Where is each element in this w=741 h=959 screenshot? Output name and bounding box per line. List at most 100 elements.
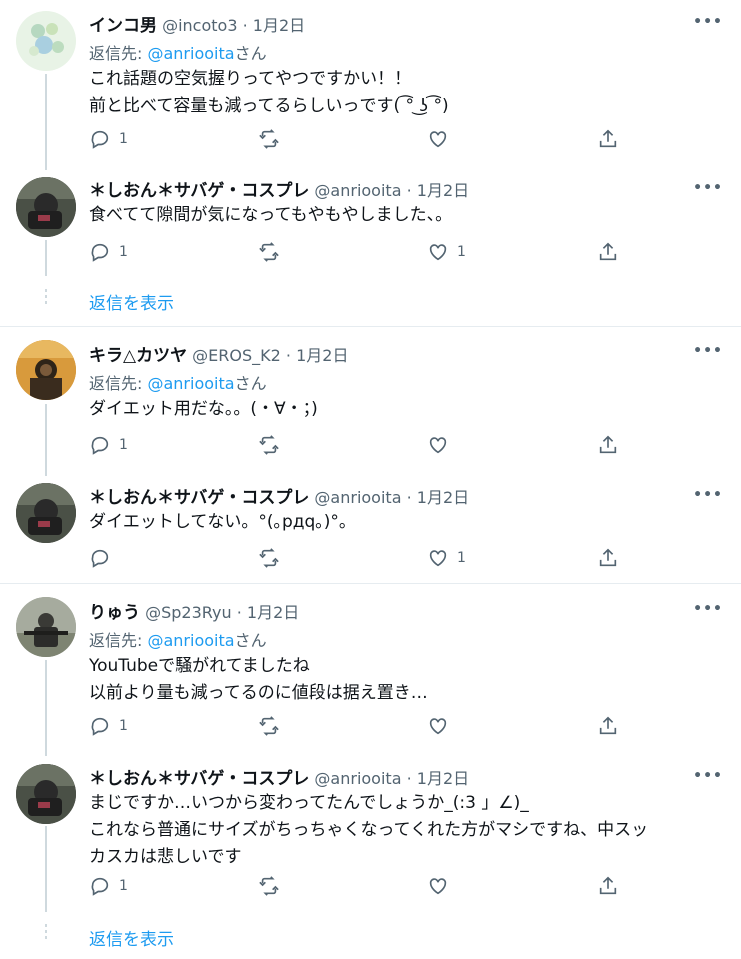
retweet-button[interactable] [258,715,288,737]
reply-button[interactable]: 1 [89,875,128,897]
display-name[interactable]: キラ△カツヤ [89,346,187,366]
reply-icon [91,130,109,149]
reply-button[interactable] [89,547,119,569]
separator-dot: · [285,346,292,365]
timestamp[interactable]: 1月2日 [417,769,469,788]
retweet-icon [259,876,279,896]
display-name[interactable]: ＊しおん＊サバゲ・コスプレ [89,488,309,508]
display-name[interactable]: ＊しおん＊サバゲ・コスプレ [89,181,309,201]
timestamp[interactable]: 1月2日 [247,603,299,622]
avatar-image [16,177,76,237]
share-button[interactable] [597,434,619,456]
tweet-text: ダイエット用だな。。(・∀・；) [89,396,318,423]
reply-button[interactable]: 1 [89,128,128,150]
show-replies-link[interactable]: 返信を表示 [89,925,174,950]
retweet-button[interactable] [258,547,288,569]
timestamp[interactable]: 1月2日 [296,346,348,365]
tweet-line: 以前より量も減ってるのに値段は据え置き… [89,683,428,703]
avatar[interactable] [16,340,76,400]
reply-mention[interactable]: @anriooita [147,44,234,63]
retweet-icon [259,548,279,568]
share-button[interactable] [597,128,619,150]
retweet-icon [259,242,279,262]
like-button[interactable] [427,434,457,456]
reply-context: 返信先: @anriooitaさん [89,627,267,651]
thread-dots [43,924,49,942]
display-name[interactable]: りゅう [89,603,140,623]
reply-icon [91,436,109,455]
tweet-line: ダイエットしてない。°(｡pдq｡)°。 [89,512,356,532]
share-button[interactable] [597,715,619,737]
avatar-image [16,340,76,400]
retweet-button[interactable] [258,434,288,456]
share-button[interactable] [597,875,619,897]
display-name[interactable]: ＊しおん＊サバゲ・コスプレ [89,769,309,789]
reply-context: 返信先: @anriooitaさん [89,370,267,394]
avatar[interactable] [16,597,76,657]
tweet-text: ダイエットしてない。°(｡pдq｡)°。 [89,509,356,536]
share-icon [599,876,617,895]
reply-count: 1 [119,878,128,894]
retweet-button[interactable] [258,128,288,150]
handle[interactable]: @anriooita [314,769,401,788]
tweet-text: YouTubeで騒がれてましたね 以前より量も減ってるのに値段は据え置き… [89,653,428,707]
thread-dots [43,289,49,307]
handle[interactable]: @Sp23Ryu [145,603,232,622]
more-icon[interactable]: ••• [693,601,723,617]
tweet-line: YouTubeで騒がれてましたね [89,656,310,676]
reply-icon [91,717,109,736]
share-button[interactable] [597,241,619,263]
timestamp[interactable]: 1月2日 [253,16,305,35]
share-icon [599,548,617,567]
like-count: 1 [457,550,466,566]
more-icon[interactable]: ••• [693,343,723,359]
reply-context: 返信先: @anriooitaさん [89,40,267,64]
handle[interactable]: @anriooita [314,181,401,200]
retweet-button[interactable] [258,875,288,897]
avatar[interactable] [16,483,76,543]
reply-mention[interactable]: @anriooita [147,374,234,393]
reply-mention[interactable]: @anriooita [147,631,234,650]
more-icon[interactable]: ••• [693,768,723,784]
handle[interactable]: @anriooita [314,488,401,507]
like-button[interactable] [427,128,457,150]
tweet-line: ダイエット用だな。。(・∀・；) [89,399,318,419]
like-button[interactable] [427,715,457,737]
like-button[interactable] [427,875,457,897]
display-name[interactable]: インコ男 [89,16,157,36]
reply-button[interactable]: 1 [89,241,128,263]
timestamp[interactable]: 1月2日 [417,488,469,507]
reply-button[interactable]: 1 [89,434,128,456]
like-icon [429,550,447,567]
reply-button[interactable]: 1 [89,715,128,737]
like-icon [429,878,447,895]
retweet-icon [259,716,279,736]
avatar[interactable] [16,11,76,71]
timestamp[interactable]: 1月2日 [417,181,469,200]
avatar[interactable] [16,764,76,824]
retweet-button[interactable] [258,241,288,263]
reply-suffix: さん [234,44,267,63]
reply-count: 1 [119,244,128,260]
show-replies-link[interactable]: 返信を表示 [89,289,174,314]
like-icon [429,718,447,735]
reply-count: 1 [119,437,128,453]
avatar[interactable] [16,177,76,237]
avatar-image [16,597,76,657]
like-button[interactable]: 1 [427,241,466,263]
reply-icon [91,549,109,568]
avatar-image [16,764,76,824]
share-button[interactable] [597,547,619,569]
divider [0,583,741,584]
like-button[interactable]: 1 [427,547,466,569]
handle[interactable]: @EROS_K2 [192,346,281,365]
more-icon[interactable]: ••• [693,487,723,503]
separator-dot: · [236,603,242,622]
like-icon [429,244,447,261]
handle[interactable]: @incoto3 [162,16,237,35]
tweet-line: これなら普通にサイズがちっちゃくなってくれた方がマシですね、中スッ [89,820,649,840]
reply-prefix: 返信先: [89,374,148,393]
reply-icon [91,877,109,896]
more-icon[interactable]: ••• [693,180,723,196]
more-icon[interactable]: ••• [693,14,723,30]
